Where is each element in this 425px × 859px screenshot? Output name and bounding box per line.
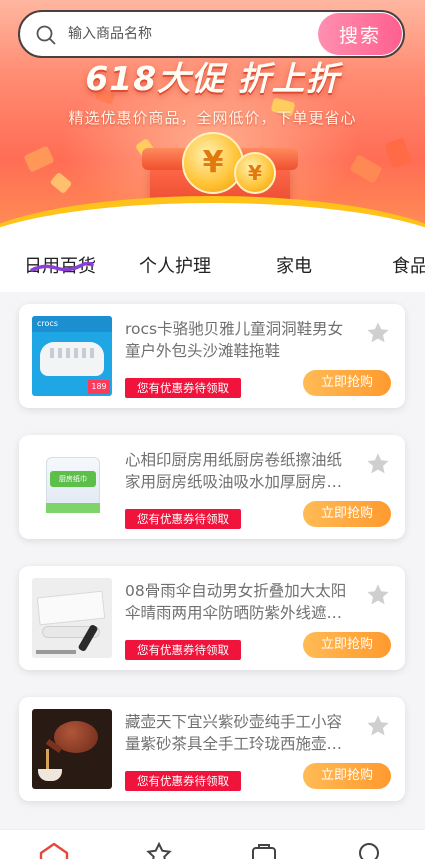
product-image: crocs 189	[32, 316, 112, 396]
product-card[interactable]: 08骨雨伞自动男女折叠加大太阳伞晴雨两用伞防晒防紫外线遮阳伞 您有优惠券待领取 …	[19, 566, 405, 670]
coin-icon: ¥	[234, 152, 276, 194]
buy-now-button[interactable]: 立即抢购	[303, 763, 391, 789]
product-card[interactable]: 藏壶天下宜兴紫砂壶纯手工小容量紫砂茶具全手工玲珑西施壶泡茶壶 您有优惠券待领取 …	[19, 697, 405, 801]
star-icon[interactable]	[365, 451, 391, 477]
tab-personal-care[interactable]: 个人护理	[139, 252, 211, 278]
thumb-price-tag: 189	[88, 380, 110, 394]
star-icon[interactable]	[365, 713, 391, 739]
star-icon[interactable]	[365, 320, 391, 346]
product-image	[32, 709, 112, 789]
thumb-caption	[36, 650, 76, 654]
star-icon[interactable]	[143, 842, 175, 859]
tab-appliances[interactable]: 家电	[276, 252, 312, 278]
product-title[interactable]: 08骨雨伞自动男女折叠加大太阳伞晴雨两用伞防晒防紫外线遮阳伞	[125, 580, 355, 624]
coupon-icon[interactable]	[248, 842, 280, 859]
buy-now-button[interactable]: 立即抢购	[303, 501, 391, 527]
product-card[interactable]: crocs 189 rocs卡骆驰贝雅儿童洞洞鞋男女童户外包头沙滩鞋拖鞋 您有优…	[19, 304, 405, 408]
confetti	[349, 154, 383, 184]
confetti	[23, 145, 55, 173]
search-icon	[36, 25, 56, 45]
banner-bottom-arc	[0, 196, 425, 228]
product-card[interactable]: 厨房纸巾 心相印厨房用纸厨房卷纸擦油纸家用厨房纸吸油吸水加厚厨房专用纸 您有优惠…	[19, 435, 405, 539]
thumb-paper-label: 厨房纸巾	[50, 471, 96, 487]
product-title[interactable]: 心相印厨房用纸厨房卷纸擦油纸家用厨房纸吸油吸水加厚厨房专用纸	[125, 449, 355, 493]
product-image: 厨房纸巾	[32, 447, 112, 527]
banner-title: 618大促 折上折	[85, 59, 340, 98]
bottom-nav	[0, 829, 425, 859]
tab-food[interactable]: 食品	[392, 252, 425, 278]
product-image	[32, 578, 112, 658]
product-title[interactable]: rocs卡骆驰贝雅儿童洞洞鞋男女童户外包头沙滩鞋拖鞋	[125, 318, 355, 362]
buy-now-button[interactable]: 立即抢购	[303, 632, 391, 658]
coin-icon: ¥	[182, 132, 244, 194]
star-icon[interactable]	[365, 582, 391, 608]
coupon-badge[interactable]: 您有优惠券待领取	[125, 771, 241, 791]
coupon-badge[interactable]: 您有优惠券待领取	[125, 378, 241, 398]
product-title[interactable]: 藏壶天下宜兴紫砂壶纯手工小容量紫砂茶具全手工玲珑西施壶泡茶壶	[125, 711, 355, 755]
coupon-badge[interactable]: 您有优惠券待领取	[125, 509, 241, 529]
thumb-brand-strip: crocs	[32, 316, 112, 332]
search-button[interactable]: 搜索	[318, 13, 402, 55]
buy-now-button[interactable]: 立即抢购	[303, 370, 391, 396]
coupon-badge[interactable]: 您有优惠券待领取	[125, 640, 241, 660]
banner-subtitle: 精选优惠价商品，全网低价，下单更省心	[68, 109, 357, 127]
category-tabs: 日用百货 个人护理 家电 食品	[0, 228, 425, 292]
thumb-teacup	[38, 769, 62, 781]
search-bar: 搜索	[18, 10, 405, 58]
active-tab-indicator	[30, 262, 94, 272]
profile-icon[interactable]	[353, 842, 385, 859]
home-icon[interactable]	[38, 842, 70, 859]
thumb-umbrella-box	[36, 590, 106, 626]
thumb-shoes-dots	[50, 348, 94, 358]
search-input[interactable]	[68, 19, 318, 49]
thumb-paper-band	[46, 503, 100, 513]
confetti	[384, 137, 412, 169]
thumb-tea-stream	[46, 749, 49, 771]
